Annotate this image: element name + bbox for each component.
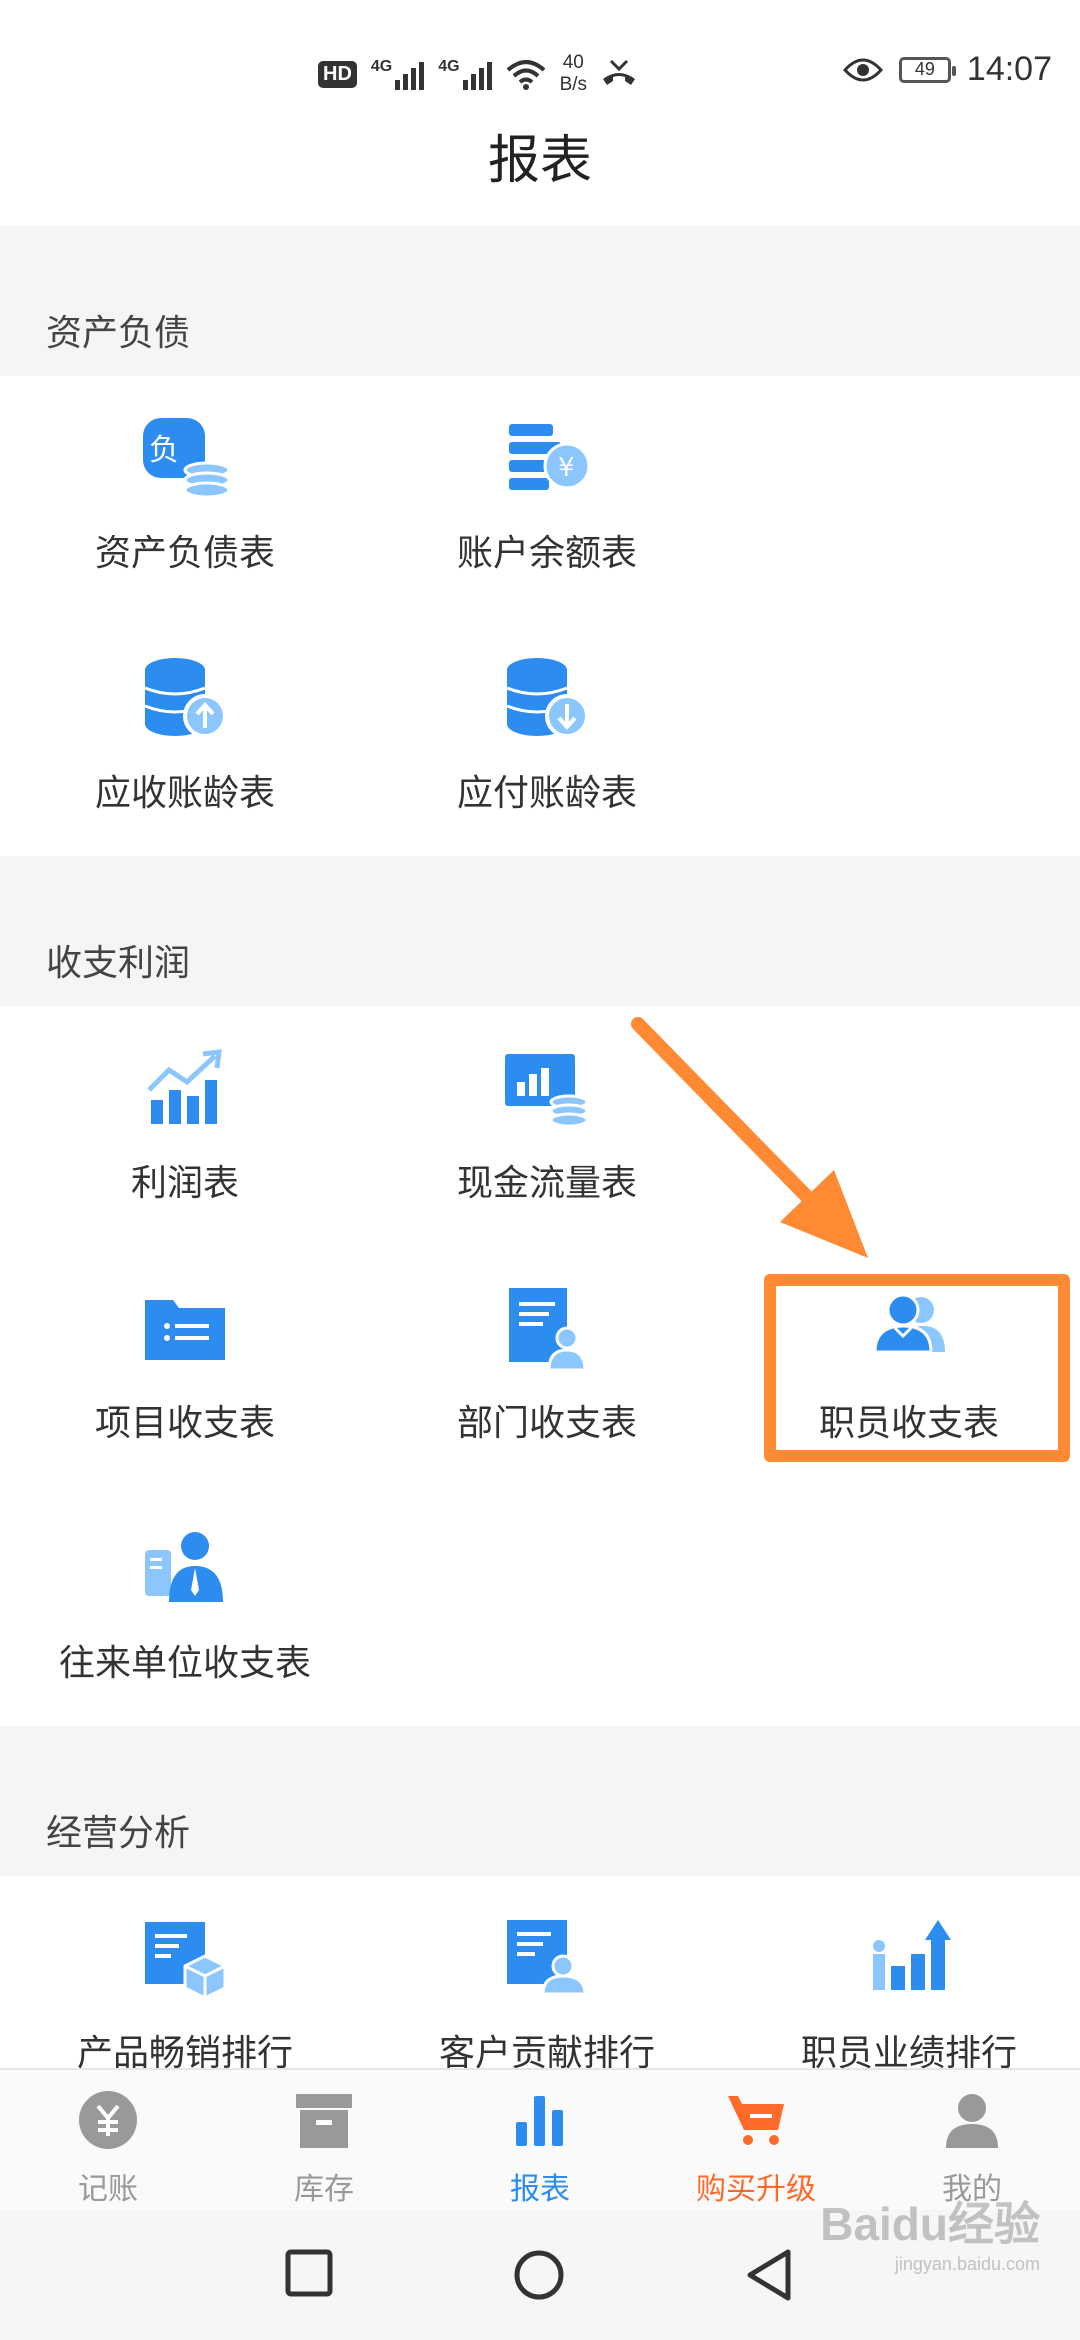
receivable-aging-icon	[144, 658, 227, 738]
signal-icon: 4G	[371, 58, 425, 90]
eye-icon	[842, 58, 883, 81]
report-profit[interactable]: 利润表	[0, 1006, 370, 1246]
cash-flow-icon	[505, 1054, 589, 1128]
report-partner-income[interactable]: 往来单位收支表	[0, 1486, 370, 1726]
home-button[interactable]	[512, 2248, 566, 2302]
report-label: 账户余额表	[456, 533, 637, 574]
report-label: 部门收支表	[456, 1403, 637, 1444]
report-project-income[interactable]: 项目收支表	[0, 1246, 370, 1486]
report-label: 项目收支表	[94, 1403, 275, 1444]
report-department-income[interactable]: 部门收支表	[362, 1246, 732, 1486]
shopping-cart-icon	[728, 2096, 784, 2145]
page-title: 报表	[487, 131, 592, 191]
department-doc-icon	[509, 1288, 587, 1372]
tab-inventory[interactable]: 库存	[216, 2070, 432, 2210]
svg-text:负: 负	[149, 433, 179, 468]
battery-icon: 49	[898, 56, 956, 83]
bar-chart-icon	[516, 2096, 563, 2146]
back-button[interactable]	[744, 2248, 794, 2302]
hd-icon: HD	[318, 60, 357, 88]
yuan-coin-icon	[79, 2091, 137, 2149]
tab-bookkeeping[interactable]: 记账	[0, 2070, 216, 2210]
signal-icon-2: 4G	[438, 58, 492, 90]
watermark: Baidu经验 jingyan.baidu.com	[820, 2198, 1040, 2274]
report-label: 往来单位收支表	[58, 1643, 311, 1684]
profit-chart-icon	[147, 1049, 222, 1124]
section-header-assets: 资产负债	[0, 226, 1080, 376]
report-receivable-aging[interactable]: 应收账龄表	[0, 616, 370, 856]
payable-aging-icon	[506, 658, 589, 738]
clock: 14:07	[966, 50, 1052, 88]
section-header-analysis: 经营分析	[0, 1726, 1080, 1876]
business-partner-icon	[145, 1532, 223, 1602]
wifi-icon	[506, 60, 545, 90]
product-box-icon	[145, 1922, 227, 2000]
section-header-income: 收支利润	[0, 856, 1080, 1006]
account-balance-icon: ¥	[509, 424, 591, 490]
user-icon	[946, 2094, 998, 2148]
report-payable-aging[interactable]: 应付账龄表	[362, 616, 732, 856]
report-balance-sheet[interactable]: 负 资产负债表	[0, 376, 370, 616]
status-bar: HD 4G 4G 40 B/s 49 14:07	[0, 0, 1080, 120]
customer-doc-icon	[507, 1920, 587, 1996]
employee-performance-icon	[873, 1920, 951, 1990]
svg-text:¥: ¥	[558, 453, 575, 483]
network-speed: 40 B/s	[559, 52, 588, 95]
recents-button[interactable]	[284, 2248, 334, 2298]
missed-call-icon	[603, 59, 636, 85]
archive-box-icon	[296, 2094, 352, 2148]
report-label: 应收账龄表	[94, 773, 275, 814]
annotation-highlight-box	[764, 1274, 1070, 1462]
report-account-balance[interactable]: ¥ 账户余额表	[362, 376, 732, 616]
balance-sheet-icon: 负	[143, 418, 231, 499]
report-label: 资产负债表	[94, 533, 275, 574]
annotation-arrow	[631, 1017, 868, 1258]
tab-reports[interactable]: 报表	[432, 2070, 648, 2210]
folder-list-icon	[145, 1300, 225, 1360]
report-label: 应付账龄表	[456, 773, 637, 814]
report-label: 利润表	[130, 1163, 239, 1204]
